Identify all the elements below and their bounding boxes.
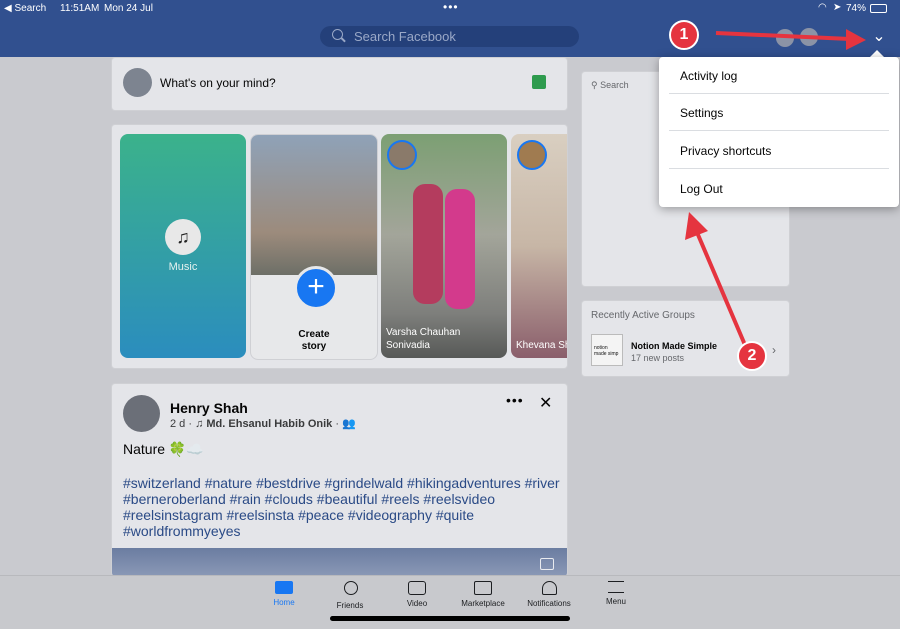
tab-friends-label: Friends <box>336 601 364 610</box>
tab-marketplace[interactable]: Marketplace <box>448 581 518 608</box>
arrow-2 <box>694 229 747 346</box>
arrow-1 <box>715 31 851 41</box>
marketplace-icon <box>474 581 492 595</box>
tab-menu[interactable]: Menu <box>581 581 651 606</box>
bell-icon <box>541 581 557 595</box>
tab-home-label: Home <box>273 598 295 607</box>
tab-notifications[interactable]: Notifications <box>514 581 584 608</box>
tab-friends[interactable]: Friends <box>315 581 385 610</box>
annotation-badge-1: 1 <box>669 20 699 50</box>
home-indicator <box>330 616 570 621</box>
friends-icon <box>341 581 359 597</box>
annotation-arrows <box>685 29 866 346</box>
tab-home[interactable]: Home <box>249 581 319 607</box>
home-icon <box>275 581 293 594</box>
tab-menu-label: Menu <box>605 597 626 606</box>
hamburger-icon <box>608 581 624 593</box>
tab-video[interactable]: Video <box>382 581 452 608</box>
tab-marketplace-label: Marketplace <box>461 599 505 608</box>
annotation-badge-2: 2 <box>737 341 767 371</box>
video-icon <box>408 581 426 595</box>
arrow-1-head <box>846 29 866 50</box>
tab-video-label: Video <box>406 599 428 608</box>
tab-notifications-label: Notifications <box>527 599 571 608</box>
